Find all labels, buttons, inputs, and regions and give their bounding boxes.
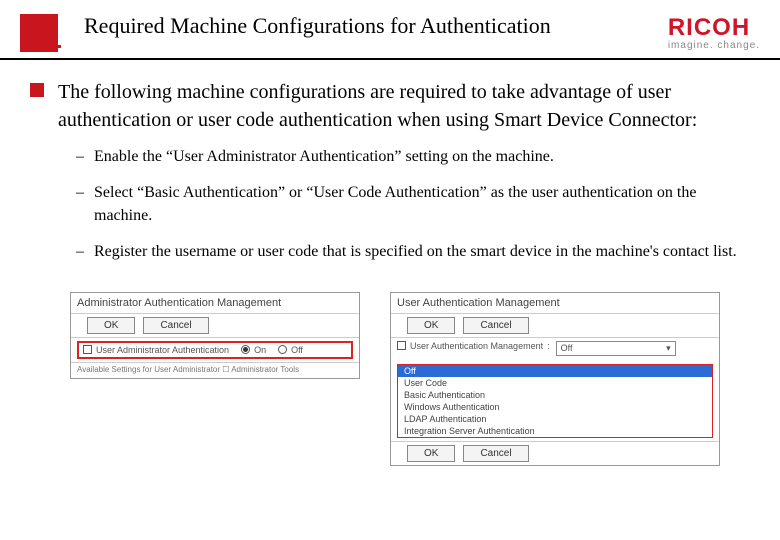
panel-button-row: OK Cancel — [71, 313, 359, 337]
radio-icon — [241, 345, 250, 354]
radio-off[interactable]: Off — [278, 345, 303, 355]
dropdown-option[interactable]: Off — [398, 365, 712, 377]
dropdown-option[interactable]: Integration Server Authentication — [398, 425, 712, 437]
panel-title: Administrator Authentication Management — [71, 293, 359, 313]
highlighted-setting: User Administrator Authentication On Off — [77, 341, 353, 359]
dash-icon: – — [76, 182, 84, 204]
radio-off-label: Off — [291, 345, 303, 355]
auth-select[interactable]: Off ▾ — [556, 341, 676, 356]
select-value: Off — [561, 343, 573, 353]
list-item-text: Select “Basic Authentication” or “User C… — [94, 182, 750, 227]
chevron-down-icon: ▾ — [666, 343, 671, 354]
brand-logo: RICOH imagine. change. — [658, 10, 760, 51]
ok-button[interactable]: OK — [87, 317, 135, 334]
radio-on[interactable]: On — [241, 345, 266, 355]
list-item-text: Enable the “User Administrator Authentic… — [94, 146, 554, 168]
cancel-button[interactable]: Cancel — [463, 317, 528, 334]
setting-label-text: User Administrator Authentication — [96, 345, 229, 355]
checkbox-icon[interactable] — [83, 345, 92, 354]
setting-label: User Authentication Management : — [397, 341, 550, 351]
dash-icon: – — [76, 146, 84, 168]
panel-footer-text: Available Settings for User Administrato… — [71, 362, 359, 378]
radio-icon — [278, 345, 287, 354]
list-item-text: Register the username or user code that … — [94, 241, 737, 263]
list-item: – Register the username or user code tha… — [76, 241, 750, 263]
panel-button-row: OK Cancel — [391, 313, 719, 337]
screenshot-examples: Administrator Authentication Management … — [0, 288, 780, 476]
main-text: The following machine configurations are… — [58, 78, 750, 134]
page-title: Required Machine Configurations for Auth… — [84, 10, 658, 40]
list-item: – Select “Basic Authentication” or “User… — [76, 182, 750, 227]
dropdown-option[interactable]: User Code — [398, 377, 712, 389]
dash-icon: – — [76, 241, 84, 263]
dropdown-option[interactable]: LDAP Authentication — [398, 413, 712, 425]
ok-button[interactable]: OK — [407, 445, 455, 462]
sub-list: – Enable the “User Administrator Authent… — [30, 146, 750, 264]
list-item: – Enable the “User Administrator Authent… — [76, 146, 750, 168]
brand-square-icon — [20, 14, 58, 52]
brand-tagline: imagine. change. — [668, 40, 760, 51]
square-bullet-icon — [30, 83, 44, 97]
setting-label: User Administrator Authentication — [83, 345, 229, 355]
slide-header: Required Machine Configurations for Auth… — [0, 0, 780, 60]
cancel-button[interactable]: Cancel — [143, 317, 208, 334]
slide-content: The following machine configurations are… — [0, 60, 780, 288]
setting-label-text: User Authentication Management — [410, 341, 543, 351]
panel-title: User Authentication Management — [391, 293, 719, 313]
panel-setting-row: User Authentication Management : Off ▾ O… — [391, 337, 719, 441]
panel-button-row: OK Cancel — [391, 441, 719, 465]
dropdown-option[interactable]: Windows Authentication — [398, 401, 712, 413]
cancel-button[interactable]: Cancel — [463, 445, 528, 462]
user-auth-panel: User Authentication Management OK Cancel… — [390, 292, 720, 466]
auth-dropdown: Off User Code Basic Authentication Windo… — [397, 364, 713, 438]
dropdown-option[interactable]: Basic Authentication — [398, 389, 712, 401]
panel-setting-row: User Administrator Authentication On Off — [71, 337, 359, 362]
brand-name: RICOH — [668, 14, 760, 42]
main-bullet: The following machine configurations are… — [30, 78, 750, 134]
radio-on-label: On — [254, 345, 266, 355]
ok-button[interactable]: OK — [407, 317, 455, 334]
admin-auth-panel: Administrator Authentication Management … — [70, 292, 360, 379]
checkbox-icon[interactable] — [397, 341, 406, 350]
